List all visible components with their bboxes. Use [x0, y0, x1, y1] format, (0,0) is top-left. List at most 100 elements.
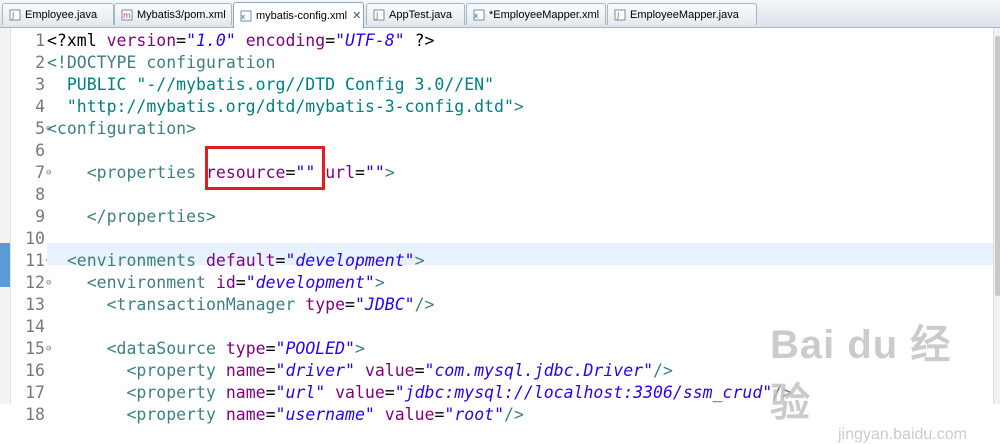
code-line: <configuration> — [47, 118, 196, 140]
tab-pom-xml[interactable]: m Mybatis3/pom.xml — [114, 3, 232, 25]
code-token: <dataSource — [106, 339, 216, 358]
line-number: 7 — [35, 163, 45, 182]
code-token: > — [374, 273, 385, 292]
code-token: type — [225, 339, 266, 358]
line-number: 16 — [25, 361, 45, 380]
line-number: 18 — [25, 405, 45, 424]
code-token: value — [384, 405, 435, 424]
code-line: <?xml version="1.0" encoding="UTF-8" ?> — [47, 30, 434, 52]
code-token: <properties — [86, 163, 197, 182]
vertical-scrollbar[interactable] — [993, 28, 1000, 404]
close-icon[interactable]: ✕ — [352, 9, 361, 22]
tab-label: Employee.java — [25, 8, 98, 21]
line-number: 10 — [25, 229, 45, 248]
code-token: "UTF-8" — [335, 31, 405, 50]
maven-pom-icon: m — [121, 9, 133, 21]
code-token: <property — [126, 383, 216, 402]
code-line: PUBLIC "-//mybatis.org//DTD Config 3.0//… — [47, 74, 494, 96]
code-token: <property — [126, 361, 216, 380]
code-token: ?> — [404, 31, 435, 50]
tab-label: Mybatis3/pom.xml — [137, 8, 226, 21]
code-token: default — [205, 251, 276, 270]
tab-employee-java[interactable]: J Employee.java — [2, 3, 114, 25]
code-token: "1.0" — [186, 31, 236, 50]
line-number: 3 — [35, 75, 45, 94]
code-token: "jdbc:mysql://localhost:3306/ssm_crud" — [394, 383, 773, 402]
svg-text:J: J — [375, 11, 378, 20]
line-number: 6 — [35, 141, 45, 160]
line-number: 9 — [35, 207, 45, 226]
java-file-icon: J — [614, 9, 626, 21]
tab-employeemapper-xml[interactable]: x *EmployeeMapper.xml — [466, 3, 606, 25]
code-line: <property name="username" value="root"/> — [47, 404, 523, 426]
line-number: 11 — [25, 251, 45, 270]
watermark-main: Bai du 经验 — [770, 323, 952, 425]
code-line: <environment id="development"> — [47, 272, 385, 294]
code-token: = — [176, 31, 187, 50]
code-token: = — [265, 405, 276, 424]
code-token: "" — [364, 163, 385, 182]
watermark-sub: jingyan.baidu.com — [838, 426, 967, 443]
code-line: <property name="url" value="jdbc:mysql:/… — [47, 382, 792, 404]
tab-mybatis-config-xml[interactable]: x mybatis-config.xml ✕ — [233, 2, 364, 28]
tab-label: AppTest.java — [389, 8, 452, 21]
code-token: "username" — [275, 405, 375, 424]
code-token: = — [414, 361, 425, 380]
code-line: "http://mybatis.org/dtd/mybatis-3-config… — [47, 96, 524, 118]
code-token: name — [225, 405, 266, 424]
code-token: = — [275, 251, 286, 270]
line-number: 13 — [25, 295, 45, 314]
line-number: 2 — [35, 53, 45, 72]
code-token: /> — [653, 361, 673, 380]
code-token: value — [335, 383, 385, 402]
svg-text:J: J — [616, 11, 619, 20]
code-token: /> — [414, 295, 435, 314]
code-token: > — [384, 163, 395, 182]
code-token: <!DOCTYPE — [47, 53, 147, 72]
editor-tab-bar: J Employee.java m Mybatis3/pom.xml x myb… — [0, 0, 1000, 28]
scroll-thumb[interactable] — [995, 36, 1000, 296]
code-token: = — [265, 339, 276, 358]
code-token: "url" — [275, 383, 326, 402]
code-token: "driver" — [275, 361, 355, 380]
code-token: value — [364, 361, 415, 380]
code-line: <environments default="development"> — [47, 250, 425, 272]
code-line: <dataSource type="POOLED"> — [47, 338, 365, 360]
code-token: = — [265, 361, 276, 380]
code-token: </properties> — [86, 207, 216, 226]
code-token: version — [106, 31, 177, 50]
code-line: </properties> — [47, 206, 216, 228]
tab-employeemapper-java[interactable]: J EmployeeMapper.java — [607, 3, 757, 25]
line-number: 8 — [35, 185, 45, 204]
tab-apptest-java[interactable]: J AppTest.java — [366, 3, 465, 25]
code-token: = — [345, 295, 355, 314]
svg-text:m: m — [123, 11, 131, 20]
line-number: 4 — [35, 97, 45, 116]
code-token: "JDBC" — [354, 295, 415, 314]
xml-file-icon: x — [473, 9, 485, 21]
code-token: > — [513, 97, 524, 116]
code-token: id — [215, 273, 236, 292]
code-token: <property — [126, 405, 216, 424]
code-token: <environments — [66, 251, 197, 270]
line-number: 5 — [35, 119, 45, 138]
code-token: "development" — [285, 251, 415, 270]
code-token: "http://mybatis.org/dtd/mybatis-3-config… — [47, 97, 514, 116]
code-token: = — [384, 383, 395, 402]
baidu-watermark: Bai du 经验 jingyan.baidu.com — [770, 312, 990, 443]
svg-text:J: J — [11, 11, 14, 20]
